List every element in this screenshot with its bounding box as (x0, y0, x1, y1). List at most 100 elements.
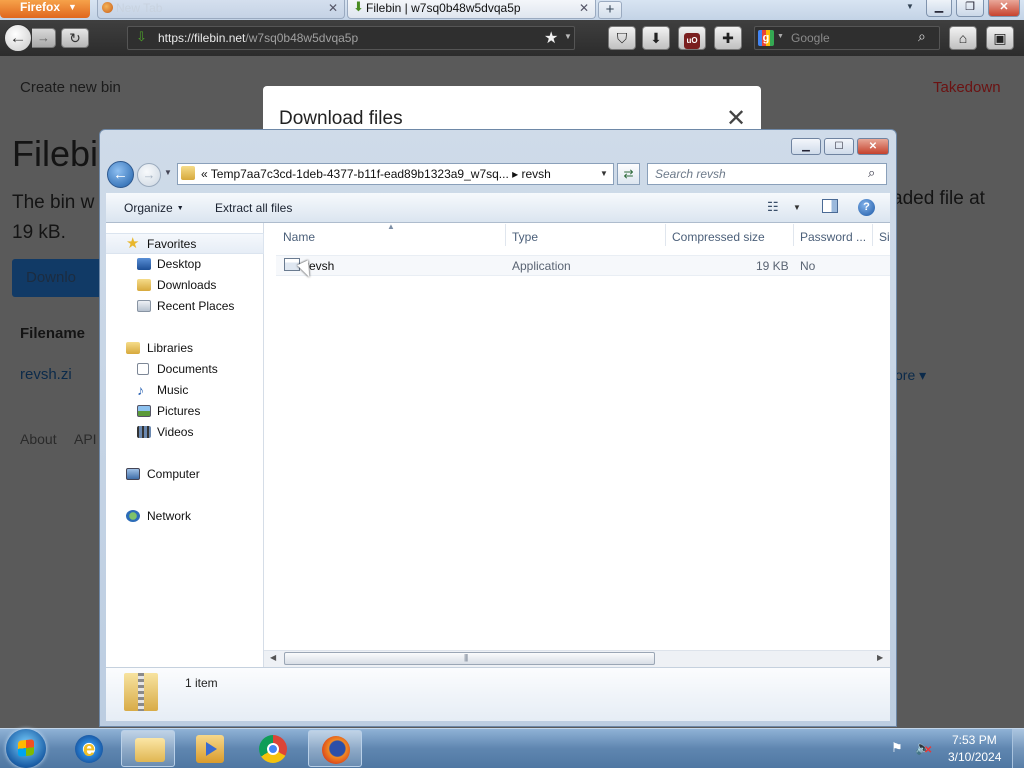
help-icon[interactable]: ? (858, 199, 875, 216)
sort-ascending-icon: ▲ (387, 222, 395, 231)
firefox-menu-button[interactable]: Firefox ▼ (0, 0, 90, 18)
ublock-button[interactable]: uO (678, 26, 706, 50)
search-icon[interactable]: ⌕ (918, 28, 926, 45)
clock-time[interactable]: 7:53 PM (952, 733, 997, 747)
show-desktop-button[interactable] (1012, 729, 1024, 768)
search-placeholder[interactable]: Search revsh (655, 167, 726, 181)
close-tab-icon[interactable]: ✕ (328, 0, 338, 16)
create-new-bin-link[interactable]: Create new bin (20, 79, 121, 96)
column-header-name[interactable]: Name (283, 230, 315, 244)
nav-item-computer[interactable]: Computer (106, 464, 264, 485)
scrollbar-thumb[interactable] (284, 652, 655, 665)
search-engine-chevron-icon[interactable]: ▼ (777, 33, 784, 40)
takedown-link[interactable]: Takedown (933, 79, 1001, 96)
start-button[interactable] (6, 729, 46, 768)
mute-x-icon: ✕ (924, 745, 933, 756)
refresh-button[interactable]: ⇄ (617, 163, 640, 185)
bookmark-star-icon[interactable]: ★ (544, 28, 558, 48)
music-icon: ♪ (137, 382, 144, 398)
clock-date[interactable]: 3/10/2024 (948, 750, 1001, 764)
column-divider[interactable] (505, 224, 506, 246)
nav-item-desktop[interactable]: Desktop (106, 254, 264, 275)
table-row[interactable] (276, 255, 890, 276)
details-pane (106, 667, 890, 721)
close-tab-icon[interactable]: ✕ (579, 0, 589, 16)
site-identity-icon[interactable]: ⇩ (136, 29, 147, 45)
nav-item-label: Computer (147, 467, 200, 481)
forward-button[interactable]: → (32, 28, 56, 48)
taskbar-chrome[interactable] (246, 730, 300, 767)
nav-item-favorites[interactable]: ★ Favorites (106, 233, 264, 254)
tab-new-tab[interactable]: New Tab ✕ (97, 0, 345, 19)
modal-title: Download files (279, 108, 403, 129)
home-button[interactable]: ⌂ (949, 26, 977, 50)
extract-all-files-button[interactable]: Extract all files (215, 201, 292, 215)
column-divider[interactable] (793, 224, 794, 246)
explorer-maximize-button[interactable]: ☐ (824, 138, 854, 155)
nav-item-videos[interactable]: Videos (106, 422, 264, 443)
back-button[interactable]: ← (4, 24, 32, 52)
url-text[interactable]: https://filebin.net/w7sq0b48w5dvqa5p (158, 31, 358, 45)
column-header-type[interactable]: Type (512, 230, 538, 244)
documents-icon (137, 363, 149, 375)
nav-item-pictures[interactable]: Pictures (106, 401, 264, 422)
address-history-chevron-icon[interactable]: ▼ (600, 169, 608, 178)
about-link[interactable]: About (20, 431, 57, 447)
url-history-chevron-icon[interactable]: ▼ (564, 32, 572, 41)
nav-item-network[interactable]: Network (106, 506, 264, 527)
item-count: 1 item (185, 676, 218, 690)
explorer-back-button[interactable]: ← (107, 161, 134, 188)
url-path: /w7sq0b48w5dvqa5p (245, 31, 359, 45)
nav-item-documents[interactable]: Documents (106, 359, 264, 380)
window-close-button[interactable]: ✕ (988, 0, 1020, 17)
explorer-forward-button[interactable]: → (137, 163, 161, 187)
taskbar-windows-explorer[interactable] (121, 730, 175, 767)
column-header-password[interactable]: Password ... (800, 230, 866, 244)
window-minimize-button[interactable]: ▁ (926, 0, 952, 17)
organize-menu[interactable]: Organize ▼ (124, 201, 184, 215)
nav-item-music[interactable]: ♪ Music (106, 380, 264, 401)
search-placeholder[interactable]: Google (791, 31, 830, 45)
nav-item-label: Pictures (157, 404, 201, 418)
nav-item-downloads[interactable]: Downloads (106, 275, 264, 296)
explorer-close-button[interactable]: ✕ (857, 138, 889, 155)
taskbar-media-player[interactable] (183, 730, 237, 767)
nav-item-label: Downloads (157, 278, 217, 292)
window-restore-button[interactable]: ❐ (956, 0, 984, 17)
scroll-right-arrow-icon[interactable]: ▶ (877, 653, 883, 662)
change-view-icon[interactable]: ☷ (767, 199, 779, 215)
more-dropdown[interactable]: ore ▾ (895, 367, 926, 384)
address-path[interactable]: « Temp7aa7c3cd-1deb-4377-b11f-ead89b1323… (201, 167, 551, 181)
taskbar-internet-explorer[interactable]: e (62, 730, 116, 767)
pocket-button[interactable]: ⛉ (608, 26, 636, 50)
scroll-left-arrow-icon[interactable]: ◀ (270, 653, 276, 662)
views-chevron-icon[interactable]: ▼ (793, 203, 801, 212)
column-divider[interactable] (872, 224, 873, 246)
google-icon[interactable]: g (758, 30, 774, 46)
column-header-size[interactable]: Si (879, 230, 889, 244)
nav-item-recent-places[interactable]: Recent Places (106, 296, 264, 317)
volume-muted-icon[interactable]: 🔈 ✕ (915, 740, 933, 756)
action-center-flag-icon[interactable]: ⚑ (891, 740, 907, 756)
download-button[interactable]: Downlo (12, 259, 104, 297)
search-icon[interactable]: ⌕ (868, 165, 875, 181)
file-link[interactable]: revsh.zi (20, 366, 72, 383)
column-header-compressed-size[interactable]: Compressed size (672, 230, 765, 244)
new-tab-button[interactable]: + (598, 1, 622, 19)
addons-button[interactable]: ✚ (714, 26, 742, 50)
nav-item-libraries[interactable]: Libraries (106, 338, 264, 359)
filename-column-header: Filename (20, 325, 86, 342)
explorer-minimize-button[interactable]: ▁ (791, 138, 821, 155)
tab-filebin[interactable]: ⬇ Filebin | w7sq0b48w5dvqa5p ✕ (347, 0, 596, 19)
network-icon (126, 510, 140, 522)
downloads-button[interactable]: ⬇ (642, 26, 670, 50)
nav-item-label: Recent Places (157, 299, 235, 313)
recent-pages-chevron-icon[interactable]: ▼ (164, 168, 172, 177)
taskbar-firefox[interactable] (308, 730, 362, 767)
reload-button[interactable]: ↻ (61, 28, 89, 48)
tab-list-chevron-icon[interactable]: ▼ (906, 0, 920, 14)
sidebar-menu-button[interactable]: ▣ (986, 26, 1014, 50)
preview-pane-icon[interactable] (822, 199, 838, 213)
column-divider[interactable] (665, 224, 666, 246)
api-link[interactable]: API (74, 431, 97, 447)
